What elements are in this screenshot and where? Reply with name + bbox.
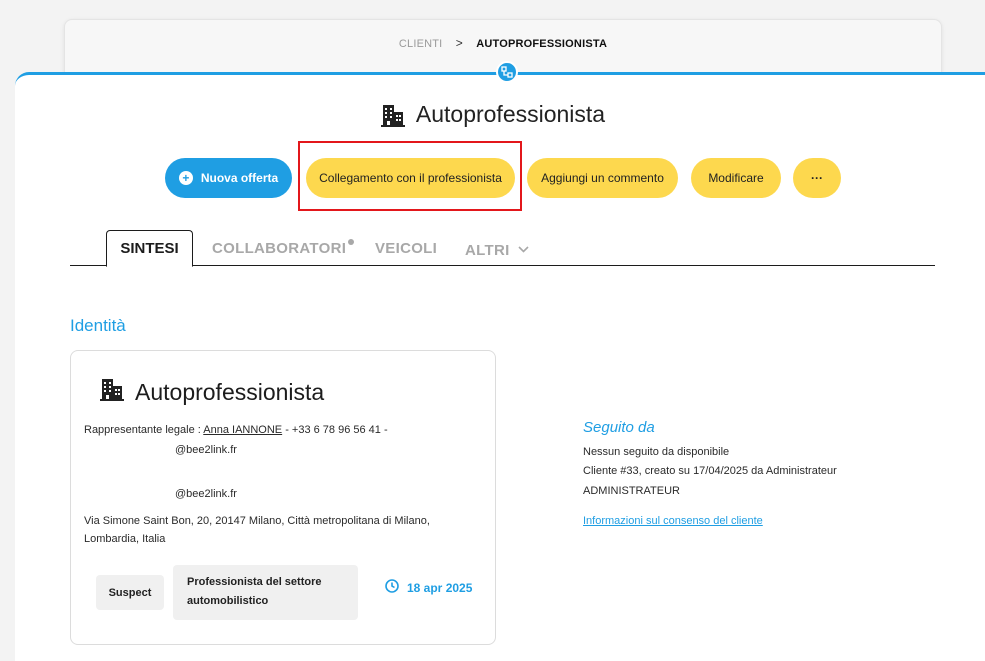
category-line-1: Professionista del settore: [187, 576, 322, 588]
more-icon: ···: [811, 171, 823, 185]
chevron-down-icon: [518, 240, 529, 257]
breadcrumb-clienti[interactable]: CLIENTI: [399, 38, 443, 50]
category-line-2: automobilistico: [187, 595, 269, 607]
client-info: Cliente #33, creato su 17/04/2025 da Adm…: [583, 465, 837, 477]
status-badge: Suspect: [96, 575, 164, 610]
tab-altri-label: ALTRI: [465, 242, 510, 259]
edit-label: Modificare: [708, 171, 764, 185]
address-line-2: Lombardia, Italia: [84, 533, 166, 545]
date-badge: 18 apr 2025: [385, 579, 472, 596]
clock-icon: [385, 579, 399, 596]
rep-name-link[interactable]: Anna IANNONE: [203, 424, 282, 436]
followed-title: Seguito da: [583, 419, 655, 436]
new-offer-label: Nuova offerta: [200, 171, 279, 185]
identity-card: Autoprofessionista Rappresentante legale…: [70, 350, 496, 645]
more-actions-button[interactable]: ···: [793, 158, 841, 198]
identity-section-title: Identità: [70, 316, 126, 335]
card-title: Autoprofessionista: [99, 377, 324, 407]
tab-bar: SINTESI COLLABORATORI VEICOLI ALTRI: [70, 226, 935, 267]
add-comment-button[interactable]: Aggiungi un commento: [527, 158, 678, 198]
page-title-text: Autoprofessionista: [415, 101, 606, 127]
followed-none: Nessun seguito da disponibile: [583, 446, 730, 458]
tab-sintesi[interactable]: SINTESI: [106, 230, 193, 267]
highlight-box: [298, 141, 522, 211]
rep-prefix: Rappresentante legale :: [84, 424, 204, 436]
building-icon: [380, 103, 406, 127]
date-text: 18 apr 2025: [407, 580, 473, 595]
breadcrumb-current: AUTOPROFESSIONISTA: [476, 38, 608, 50]
category-badge: Professionista del settore automobilisti…: [173, 565, 358, 620]
add-comment-label: Aggiungi un commento: [541, 171, 664, 185]
tab-altri[interactable]: ALTRI: [465, 240, 529, 259]
email-primary: @bee2link.fr: [175, 444, 237, 456]
rep-phone: - +33 6 78 96 56 41 -: [282, 424, 388, 436]
tab-collaboratori-label: COLLABORATORI: [212, 240, 347, 257]
tab-veicoli[interactable]: VEICOLI: [375, 240, 437, 257]
consent-link[interactable]: Informazioni sul consenso del cliente: [583, 515, 763, 527]
linked-accounts-icon[interactable]: [496, 61, 518, 83]
tab-collaboratori[interactable]: COLLABORATORI: [212, 239, 355, 257]
plus-icon: +: [178, 171, 193, 185]
breadcrumb-separator: >: [455, 36, 463, 50]
email-secondary: @bee2link.fr: [175, 488, 237, 500]
breadcrumb: CLIENTI > AUTOPROFESSIONISTA: [65, 36, 941, 50]
address-line-1: Via Simone Saint Bon, 20, 20147 Milano, …: [84, 515, 430, 527]
edit-button[interactable]: Modificare: [691, 158, 781, 198]
page-title: Autoprofessionista: [0, 101, 985, 128]
card-title-text: Autoprofessionista: [135, 378, 325, 405]
new-offer-button[interactable]: + Nuova offerta: [165, 158, 292, 198]
client-admin: ADMINISTRATEUR: [583, 485, 680, 497]
notification-dot: [348, 239, 355, 245]
legal-representative: Rappresentante legale : Anna IANNONE - +…: [84, 422, 388, 439]
building-icon: [99, 377, 125, 407]
